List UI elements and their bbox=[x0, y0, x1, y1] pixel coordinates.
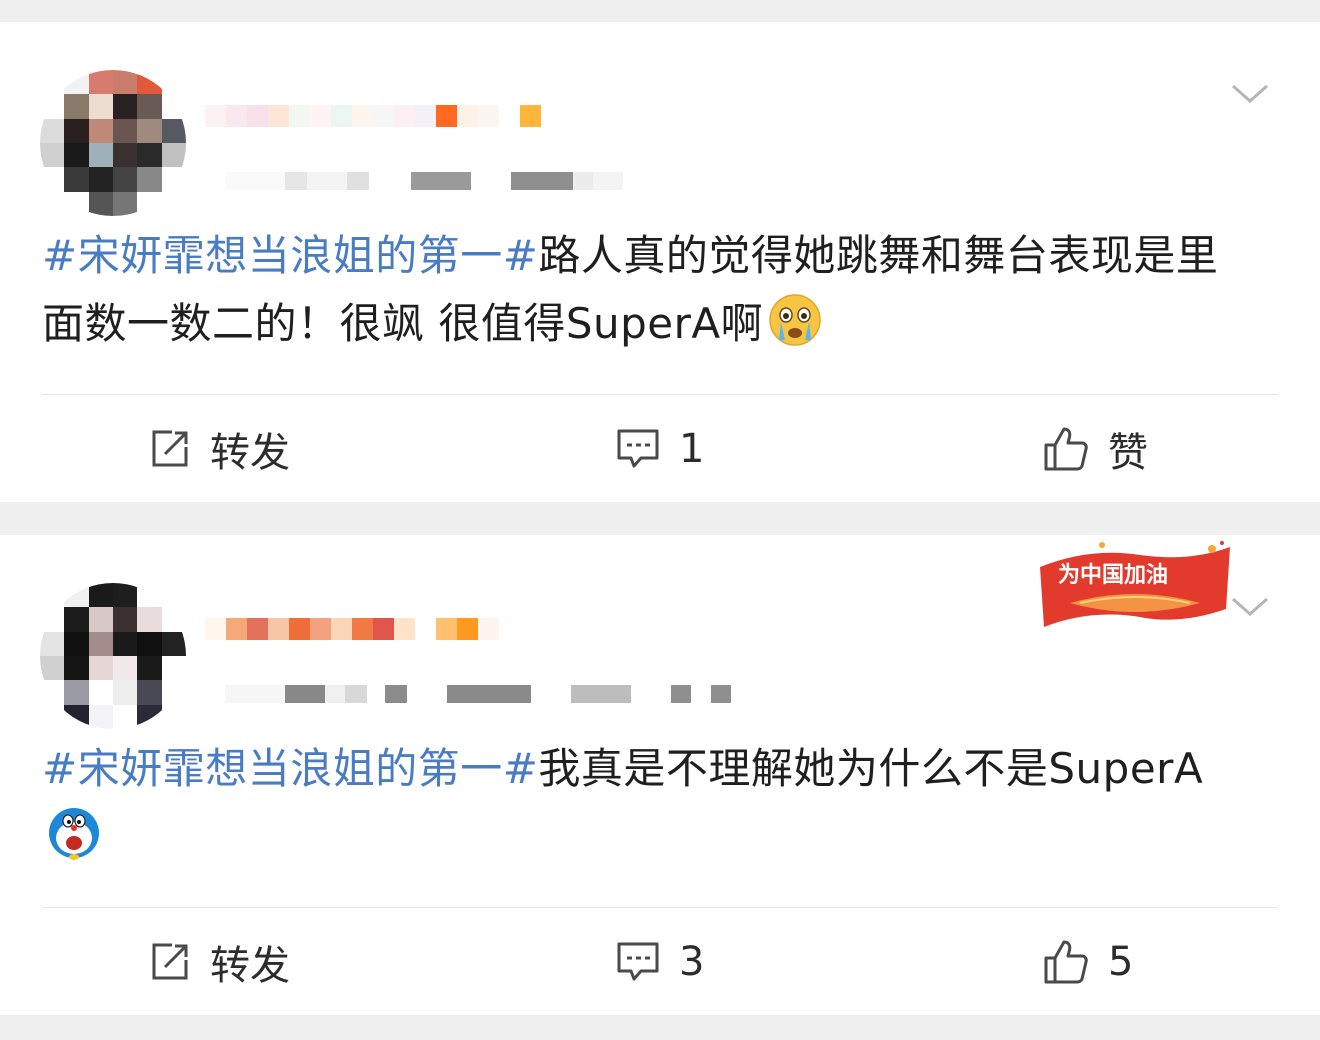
repost-label: 转发 bbox=[210, 942, 290, 989]
like-button[interactable]: 5 bbox=[1042, 908, 1133, 1015]
comment-card: #宋妍霏想当浪姐的第一#路人真的觉得她跳舞和舞台表现是里面数一数二的！很飒 很值… bbox=[0, 22, 1320, 502]
repost-icon bbox=[152, 943, 188, 979]
action-bar: 转发 3 5 bbox=[0, 908, 1320, 1015]
comment-count: 3 bbox=[679, 938, 705, 985]
username-blurred[interactable] bbox=[205, 92, 555, 140]
comment-button[interactable]: 3 bbox=[615, 908, 704, 1015]
topic-hashtag[interactable]: #宋妍霏想当浪姐的第一# bbox=[42, 744, 538, 793]
repost-button[interactable]: 转发 bbox=[148, 395, 290, 502]
comment-text: #宋妍霏想当浪姐的第一#路人真的觉得她跳舞和舞台表现是里面数一数二的！很飒 很值… bbox=[42, 222, 1260, 358]
avatar[interactable] bbox=[40, 583, 186, 729]
comment-body: 我真是不理解她为什么不是SuperA bbox=[538, 744, 1204, 793]
comment-card: 为中国加油 #宋妍霏想当浪姐的第一#我真是不理解她为什么不是SuperA 转发 … bbox=[0, 535, 1320, 1015]
comment-icon bbox=[617, 942, 659, 980]
comment-count: 1 bbox=[679, 425, 705, 472]
comment-text: #宋妍霏想当浪姐的第一#我真是不理解她为什么不是SuperA bbox=[42, 735, 1260, 871]
repost-button[interactable]: 转发 bbox=[148, 908, 290, 1015]
thumbs-up-icon bbox=[1044, 427, 1088, 470]
like-label: 赞 bbox=[1108, 429, 1148, 476]
like-count: 5 bbox=[1108, 938, 1134, 985]
avatar[interactable] bbox=[40, 70, 186, 216]
topic-hashtag[interactable]: #宋妍霏想当浪姐的第一# bbox=[42, 231, 538, 280]
username-blurred[interactable] bbox=[205, 605, 555, 653]
chevron-down-icon[interactable] bbox=[1230, 82, 1270, 106]
chevron-down-icon[interactable] bbox=[1230, 595, 1270, 619]
timestamp-blurred bbox=[225, 683, 785, 705]
crying-face-icon bbox=[769, 294, 821, 346]
doraemon-face-icon bbox=[49, 808, 99, 860]
like-button[interactable]: 赞 bbox=[1042, 395, 1148, 502]
action-bar: 转发 1 赞 bbox=[0, 395, 1320, 502]
repost-icon bbox=[152, 430, 188, 466]
timestamp-blurred bbox=[225, 170, 785, 192]
repost-label: 转发 bbox=[210, 429, 290, 476]
comment-icon bbox=[617, 429, 659, 467]
comment-button[interactable]: 1 bbox=[615, 395, 704, 502]
badge-text: 为中国加油 bbox=[1058, 563, 1168, 588]
cheer-for-china-badge: 为中国加油 bbox=[1040, 541, 1230, 627]
thumbs-up-icon bbox=[1044, 940, 1088, 983]
weibo-comment-feed: #宋妍霏想当浪姐的第一#路人真的觉得她跳舞和舞台表现是里面数一数二的！很飒 很值… bbox=[0, 0, 1320, 1040]
